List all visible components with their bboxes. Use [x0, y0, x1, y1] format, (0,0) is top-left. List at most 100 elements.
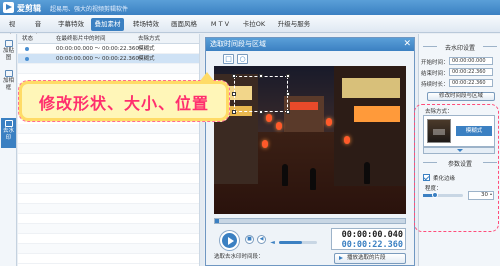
sign-right: [342, 78, 400, 98]
duration-field[interactable]: 00:00:22.360: [449, 79, 493, 87]
tab-karaoke[interactable]: 卡拉OK: [240, 18, 268, 31]
current-time: 00:00:00.040: [341, 230, 403, 240]
duration-label: 持续时长：: [421, 82, 449, 88]
lantern: [344, 136, 350, 144]
close-icon[interactable]: ✕: [403, 39, 411, 50]
tab-transitions[interactable]: 转场特效: [131, 18, 161, 31]
lantern: [266, 114, 272, 122]
person: [364, 162, 370, 184]
settings-title: 去水印设置: [421, 43, 499, 52]
volume-icon[interactable]: ◄: [269, 239, 276, 246]
frame-icon: [4, 70, 13, 77]
lantern: [262, 140, 268, 148]
select-region-dialog: 选取时间段与区域 ✕ □ ○ ■ ◀ ◄ 00:00:00.040 00:00:…: [205, 37, 415, 266]
highlight-box: [414, 104, 499, 232]
list-row-empty: [18, 214, 204, 224]
main-tab-bar: 视 频 音 频 字幕特效 叠加素材 转场特效 画面风格 M T V 卡拉OK 升…: [0, 15, 500, 41]
sidebar-item-remove-watermark[interactable]: 去水印: [1, 118, 16, 148]
resize-handle[interactable]: [259, 74, 263, 78]
row-time: 00:00:00.000 ～ 00:00:22.360: [56, 46, 139, 52]
list-row-empty: [18, 164, 204, 174]
resize-handle[interactable]: [286, 110, 290, 114]
sidebar-label: 加贴图: [2, 48, 14, 61]
list-header: 状态 在最终影片中的时间 去除方式: [18, 34, 204, 44]
row-method: 模糊式: [138, 56, 155, 62]
resize-handle[interactable]: [232, 74, 236, 78]
resize-handle[interactable]: [286, 92, 290, 96]
row-time: 00:00:00.000 ～ 00:00:22.360: [56, 56, 139, 62]
title-bar: 爱剪辑 超易用、强大的视频剪辑软件: [0, 0, 500, 15]
tip-arrow: [200, 72, 214, 81]
list-row-empty: [18, 204, 204, 214]
ellipse-mode-button[interactable]: ○: [237, 54, 248, 64]
list-row-empty: [18, 224, 204, 234]
tip-callout: 修改形状、大小、位置: [18, 80, 230, 122]
end-time-field[interactable]: 00:00:22.360: [449, 68, 493, 76]
sidebar-item-add-sticker[interactable]: 加贴图: [1, 38, 16, 62]
sign-right-2: [354, 106, 400, 122]
play-button[interactable]: [220, 231, 239, 250]
lantern: [326, 118, 332, 126]
person: [310, 168, 316, 190]
app-name: 爱剪辑: [17, 4, 41, 13]
list-scrollbar[interactable]: [199, 34, 204, 266]
resize-handle[interactable]: [232, 110, 236, 114]
play-selected-button[interactable]: 播放选取的片段: [334, 253, 406, 264]
list-row-empty: [18, 244, 204, 254]
list-row-selected[interactable]: 00:00:00.000 ～ 00:00:22.360 模糊式: [18, 54, 204, 64]
status-dot-icon: [25, 57, 29, 61]
list-row[interactable]: 00:00:00.000 ～ 00:00:22.360 模糊式: [18, 44, 204, 54]
column-method: 去除方式: [138, 36, 161, 42]
list-row-empty: [18, 134, 204, 144]
tab-upgrade-service[interactable]: 升级与服务: [275, 18, 313, 31]
left-sidebar: 加贴图 加相框 去水印: [0, 34, 17, 266]
volume-level: [279, 241, 302, 244]
list-row-empty: [18, 154, 204, 164]
start-time-field[interactable]: 00:00:00.000: [449, 57, 493, 65]
seek-progress: [215, 219, 219, 223]
list-row-empty: [18, 64, 204, 74]
status-dot-icon: [25, 47, 29, 51]
seek-bar[interactable]: [214, 218, 406, 224]
tab-overlay-materials[interactable]: 叠加素材: [91, 18, 124, 31]
dialog-title: 选取时间段与区域: [210, 40, 266, 48]
sign-center: [290, 102, 318, 110]
stop-icon[interactable]: ■: [245, 235, 254, 244]
tab-picture-style[interactable]: 画面风格: [169, 18, 199, 31]
tab-video[interactable]: 视 频: [3, 18, 22, 41]
modify-range-button[interactable]: 修改时间段与区域: [427, 92, 495, 101]
tab-subtitle-effects[interactable]: 字幕特效: [56, 18, 86, 31]
resize-handle[interactable]: [286, 74, 290, 78]
rectangle-mode-button[interactable]: □: [223, 54, 234, 64]
tab-audio[interactable]: 音 频: [29, 18, 48, 41]
range-heading: 选取去水印时间段：: [214, 254, 264, 260]
tip-text: 修改形状、大小、位置: [38, 94, 209, 113]
app-logo-icon: [3, 2, 14, 13]
watermark-selection-box[interactable]: [232, 74, 290, 114]
resize-handle[interactable]: [259, 110, 263, 114]
video-preview[interactable]: [214, 66, 406, 214]
prev-frame-icon[interactable]: ◀: [257, 235, 266, 244]
dialog-title-bar: 选取时间段与区域 ✕: [206, 38, 414, 51]
start-time-label: 开始时间：: [421, 60, 449, 66]
volume-slider[interactable]: [279, 241, 317, 244]
list-row-empty: [18, 144, 204, 154]
time-display: 00:00:00.040 00:00:22.360: [331, 228, 406, 250]
tab-mtv[interactable]: M T V: [208, 18, 232, 31]
lantern: [276, 122, 282, 130]
column-time: 在最终影片中的时间: [56, 36, 106, 42]
person: [282, 164, 288, 186]
row-method: 模糊式: [138, 46, 155, 52]
watermark-list: 状态 在最终影片中的时间 去除方式 00:00:00.000 ～ 00:00:2…: [18, 34, 204, 266]
list-row-empty: [18, 124, 204, 134]
sidebar-label: 去水印: [2, 128, 14, 141]
end-time-label: 结束时间：: [421, 71, 449, 77]
list-row-empty: [18, 174, 204, 184]
column-status: 状态: [22, 36, 34, 42]
resize-handle[interactable]: [232, 92, 236, 96]
watermark-icon: [4, 120, 13, 127]
list-row-empty: [18, 184, 204, 194]
total-time: 00:00:22.360: [341, 240, 403, 250]
list-row-empty: [18, 254, 204, 264]
sidebar-item-add-frame[interactable]: 加相框: [1, 68, 16, 92]
